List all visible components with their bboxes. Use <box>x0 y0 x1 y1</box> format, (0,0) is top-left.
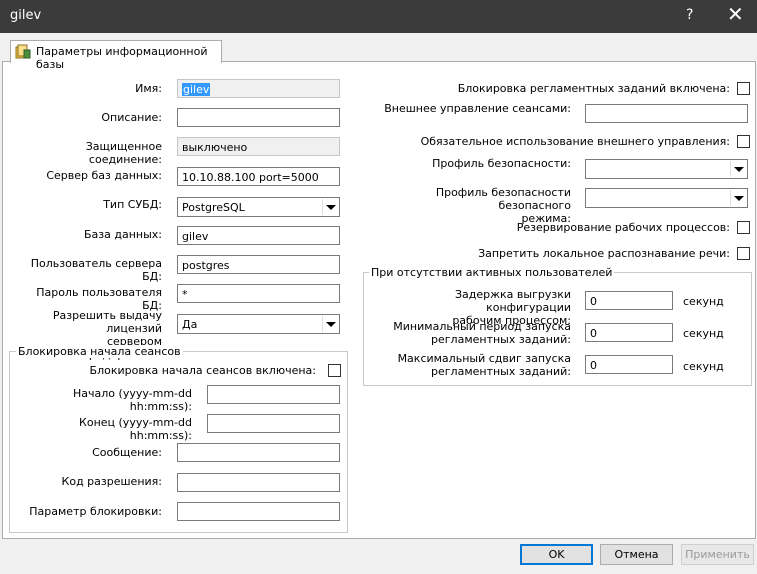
tab-label: Параметры информационной базы <box>36 45 208 71</box>
lock-start-field[interactable] <box>207 385 340 404</box>
lock-start-label: Начало (yyyy-mm-dd hh:mm:ss): <box>73 387 192 413</box>
reserve-checkbox[interactable] <box>737 221 750 234</box>
min-period-label-line1: Минимальный период запуска <box>393 320 571 333</box>
safe-profile-select[interactable] <box>585 188 748 208</box>
dbms-type-value: PostgreSQL <box>182 201 245 214</box>
title-bar: gilev ? ✕ <box>0 0 757 33</box>
license-value: Да <box>182 318 198 331</box>
min-period-field[interactable]: 0 <box>585 323 673 342</box>
max-shift-label-line2: регламентных заданий: <box>431 365 571 378</box>
ext-mgmt-field[interactable] <box>585 104 748 123</box>
name-field[interactable]: gilev <box>177 79 340 98</box>
unload-delay-label-line1: Задержка выгрузки конфигурации <box>454 288 571 314</box>
dbms-type-label: Тип СУБД: <box>103 198 162 211</box>
min-period-label: Минимальный период запуска регламентных … <box>375 320 571 346</box>
unload-delay-field[interactable]: 0 <box>585 291 673 310</box>
session-lock-enabled-label: Блокировка начала сеансов включена: <box>89 364 316 377</box>
min-period-unit: секунд <box>683 327 724 340</box>
permission-code-field[interactable] <box>177 473 340 492</box>
secure-connection-field: выключено <box>177 137 340 156</box>
ok-button[interactable]: OK <box>520 544 593 565</box>
cancel-button[interactable]: Отмена <box>600 544 673 565</box>
ext-mgmt-label: Внешнее управление сеансами: <box>384 102 571 115</box>
ext-required-checkbox[interactable] <box>737 135 750 148</box>
db-user-label: Пользователь сервера БД: <box>30 257 162 283</box>
min-period-label-line2: регламентных заданий: <box>431 333 571 346</box>
chevron-down-icon[interactable] <box>322 316 338 332</box>
safe-profile-label-line1: Профиль безопасности безопасного <box>435 186 571 212</box>
sched-lock-label: Блокировка регламентных заданий включена… <box>457 82 730 95</box>
db-server-field[interactable]: 10.10.88.100 port=5000 <box>177 167 340 186</box>
max-shift-label: Максимальный сдвиг запуска регламентных … <box>375 352 571 378</box>
description-label: Описание: <box>101 111 162 124</box>
license-label-line1: Разрешить выдачу лицензий <box>52 309 162 335</box>
speech-checkbox[interactable] <box>737 247 750 260</box>
session-lock-title: Блокировка начала сеансов <box>16 345 183 358</box>
license-select[interactable]: Да <box>177 314 340 334</box>
lock-param-label: Параметр блокировки: <box>29 505 162 518</box>
dbms-type-select[interactable]: PostgreSQL <box>177 197 340 217</box>
chevron-down-icon[interactable] <box>322 199 338 215</box>
message-label: Сообщение: <box>92 446 162 459</box>
reserve-label: Резервирование рабочих процессов: <box>516 221 730 234</box>
ext-required-label: Обязательное использование внешнего упра… <box>420 135 730 148</box>
inactive-users-title: При отсутствии активных пользователей <box>369 266 615 279</box>
permission-code-label: Код разрешения: <box>61 475 162 488</box>
chevron-down-icon[interactable] <box>730 161 746 177</box>
lock-param-field[interactable] <box>177 502 340 521</box>
speech-label: Запретить локальное распознавание речи: <box>478 247 730 260</box>
sec-profile-select[interactable] <box>585 159 748 179</box>
lock-end-label: Конец (yyyy-mm-dd hh:mm:ss): <box>79 416 192 442</box>
chevron-down-icon[interactable] <box>730 190 746 206</box>
tab-infobase-params[interactable]: Параметры информационной базы <box>10 40 222 71</box>
db-server-label: Сервер баз данных: <box>46 169 162 182</box>
name-label: Имя: <box>135 82 162 95</box>
apply-button[interactable]: Применить <box>681 544 754 565</box>
session-lock-checkbox[interactable] <box>328 364 341 377</box>
lock-end-field[interactable] <box>207 414 340 433</box>
unload-delay-unit: секунд <box>683 295 724 308</box>
max-shift-unit: секунд <box>683 360 724 373</box>
close-icon[interactable]: ✕ <box>727 3 744 25</box>
sched-lock-checkbox[interactable] <box>737 82 750 95</box>
window-title: gilev <box>10 8 42 23</box>
secure-connection-label: Защищенное соединение: <box>85 140 162 166</box>
db-password-field[interactable]: * <box>177 284 340 303</box>
database-field[interactable]: gilev <box>177 226 340 245</box>
max-shift-label-line1: Максимальный сдвиг запуска <box>397 352 571 365</box>
safe-profile-label: Профиль безопасности безопасного режима: <box>380 186 571 225</box>
infobase-icon <box>15 44 31 59</box>
message-field[interactable] <box>177 443 340 462</box>
sec-profile-label: Профиль безопасности: <box>432 157 571 170</box>
database-label: База данных: <box>83 228 162 241</box>
description-field[interactable] <box>177 108 340 127</box>
max-shift-field[interactable]: 0 <box>585 355 673 374</box>
db-user-field[interactable]: postgres <box>177 255 340 274</box>
help-icon[interactable]: ? <box>686 7 693 23</box>
